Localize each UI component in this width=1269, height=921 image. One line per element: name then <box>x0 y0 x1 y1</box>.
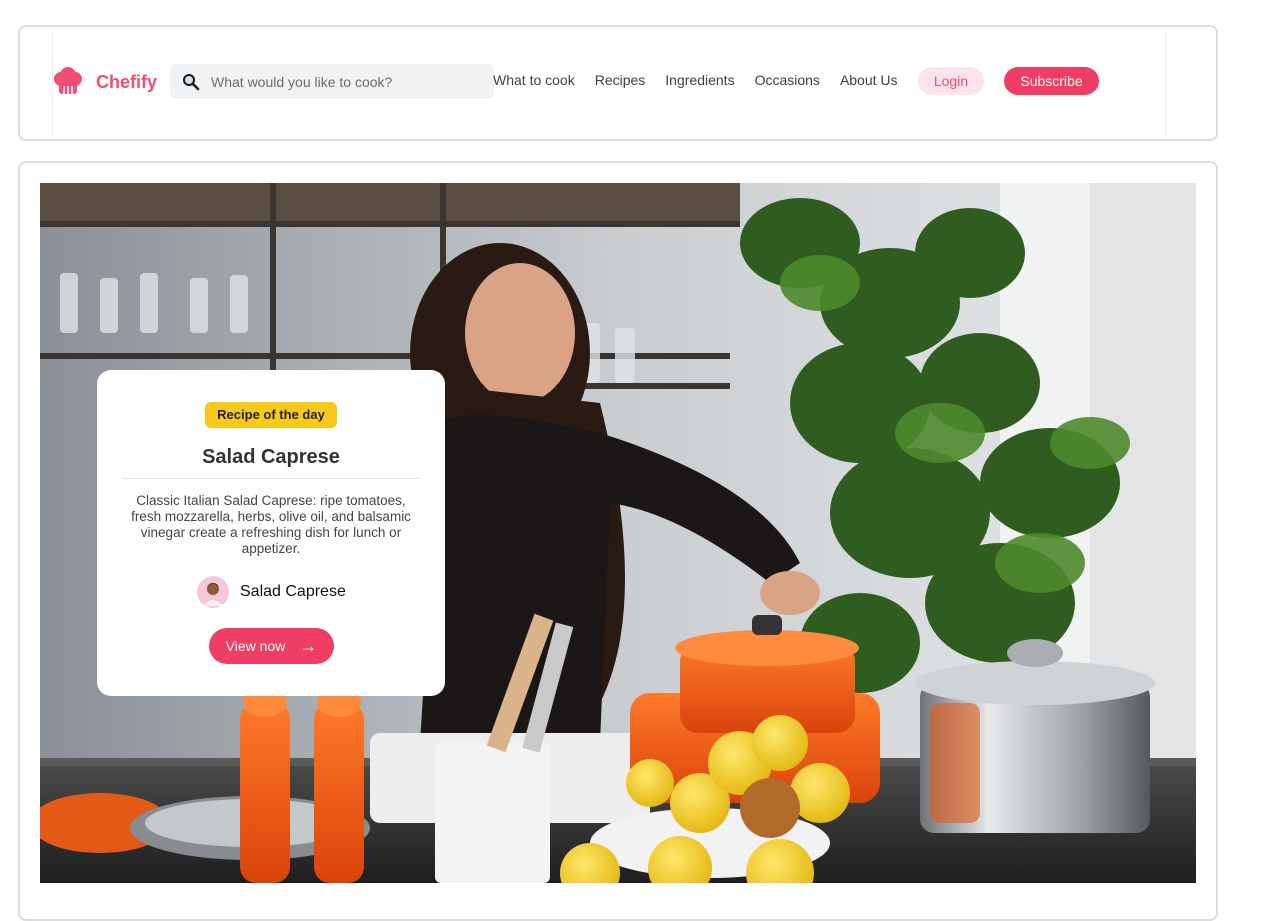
brand-name: Chefify <box>96 71 158 92</box>
recipe-title: Salad Caprese <box>202 446 340 468</box>
nav-link-recipes[interactable]: Recipes <box>595 72 646 88</box>
recipe-description: Classic Italian Salad Caprese: ripe toma… <box>131 493 411 556</box>
divider <box>122 478 420 479</box>
search-icon <box>183 73 200 90</box>
search-input[interactable] <box>211 73 481 90</box>
logo[interactable]: Chefify <box>52 66 157 98</box>
author-name: Salad Caprese <box>240 583 346 600</box>
nav-link-occasions[interactable]: Occasions <box>755 72 820 88</box>
nav-link-ingredients[interactable]: Ingredients <box>665 72 734 88</box>
view-now-button[interactable]: View now → <box>209 628 334 664</box>
nav-link-what-to-cook[interactable]: What to cook <box>493 72 575 88</box>
arrow-right-icon: → <box>299 636 318 656</box>
recipe-badge: Recipe of the day <box>205 402 337 428</box>
view-now-label: View now <box>225 638 286 654</box>
header-card: Chefify What to cook Recipes Ingredients… <box>18 25 1218 141</box>
author: Salad Caprese <box>197 576 346 608</box>
recipe-of-the-day-card: Recipe of the day Salad Caprese Classic … <box>97 370 445 696</box>
login-button[interactable]: Login <box>918 67 984 95</box>
subscribe-button[interactable]: Subscribe <box>1004 67 1099 95</box>
main-nav: What to cook Recipes Ingredients Occasio… <box>493 72 898 88</box>
chef-hat-icon <box>54 67 82 94</box>
search-bar[interactable] <box>170 64 494 99</box>
nav-link-about-us[interactable]: About Us <box>840 72 898 88</box>
hero-section: Recipe of the day Salad Caprese Classic … <box>18 161 1218 921</box>
avatar <box>197 576 229 608</box>
